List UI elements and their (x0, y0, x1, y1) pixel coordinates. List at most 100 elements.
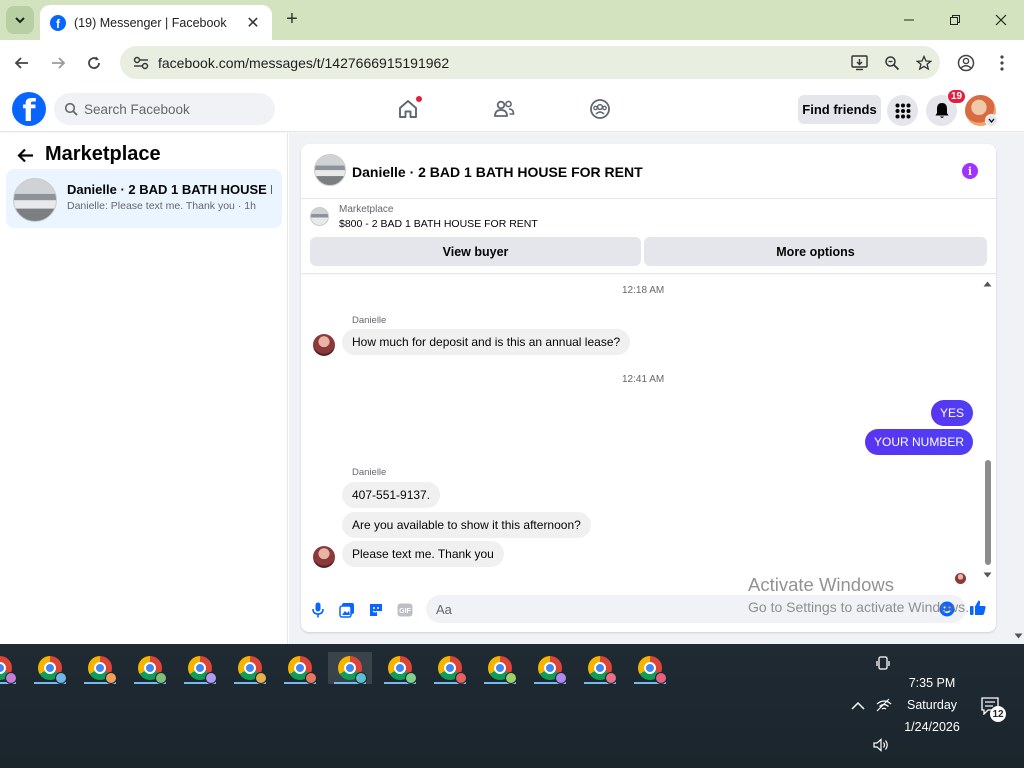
network-icon[interactable] (874, 695, 894, 715)
taskbar-chrome-window[interactable] (328, 652, 372, 684)
taskbar-chrome-window[interactable] (0, 652, 22, 684)
chrome-profile-badge-icon (655, 672, 667, 684)
tab-close-icon[interactable]: ✕ (244, 13, 262, 33)
scroll-up-arrow-icon[interactable] (982, 280, 992, 288)
scroll-down-arrow-icon[interactable] (982, 571, 992, 579)
logo-letter: f (22, 94, 36, 127)
search-input[interactable] (84, 101, 264, 117)
thumbs-up-icon[interactable] (969, 599, 987, 617)
zoom-icon[interactable] (876, 55, 908, 71)
site-info-icon[interactable] (124, 56, 158, 70)
microphone-icon[interactable] (309, 601, 327, 619)
conversation-item-danielle[interactable]: Danielle · 2 BAD 1 BATH HOUSE F... Danie… (6, 169, 282, 228)
sender-name: Danielle (352, 315, 387, 326)
address-bar[interactable]: facebook.com/messages/t/1427666915191962 (120, 46, 940, 79)
profile-icon (957, 54, 975, 72)
phone-link-icon[interactable] (873, 654, 893, 674)
taskbar-chrome-window[interactable] (578, 652, 622, 684)
chrome-profile-badge-icon (255, 672, 267, 684)
chrome-icon (288, 656, 317, 684)
outgoing-message[interactable]: YES (930, 400, 973, 426)
browser-menu-button[interactable] (990, 51, 1014, 75)
restore-button[interactable] (939, 8, 971, 32)
chrome-profile-badge-icon (605, 672, 617, 684)
sticker-icon[interactable] (367, 601, 385, 619)
taskbar-chrome-window[interactable] (628, 652, 672, 684)
close-icon (995, 14, 1007, 26)
taskbar-chrome-window[interactable] (378, 652, 422, 684)
home-icon (399, 100, 417, 118)
chrome-icon (438, 656, 467, 684)
sender-avatar[interactable] (313, 546, 335, 568)
chat-listing-thumbnail[interactable] (314, 154, 346, 186)
install-app-icon[interactable] (844, 54, 876, 71)
reload-button[interactable] (82, 51, 106, 75)
find-friends-button[interactable]: Find friends (798, 95, 881, 124)
view-buyer-button[interactable]: View buyer (310, 237, 641, 266)
taskbar-chrome-window[interactable] (78, 652, 122, 684)
timestamp: 12:41 AM (622, 374, 665, 385)
forward-button[interactable] (46, 51, 70, 75)
arrow-right-icon (52, 57, 66, 69)
taskbar-clock-date[interactable]: 1/24/2026 (893, 720, 971, 734)
profile-button[interactable] (954, 51, 978, 75)
taskbar-clock-time[interactable]: 7:35 PM (893, 676, 971, 690)
chrome-icon (488, 656, 517, 684)
incoming-message[interactable]: Please text me. Thank you (342, 541, 504, 567)
tab-search-button[interactable] (6, 6, 34, 34)
close-window-button[interactable] (985, 8, 1017, 32)
reload-icon (88, 56, 100, 69)
chrome-icon (238, 656, 267, 684)
taskbar-chrome-window[interactable] (528, 652, 572, 684)
account-chevron-icon[interactable] (985, 114, 998, 127)
read-receipt-avatar (955, 573, 966, 584)
taskbar-chrome-window[interactable] (178, 652, 222, 684)
minimize-button[interactable] (893, 8, 925, 32)
incoming-message[interactable]: 407-551-9137. (342, 482, 441, 508)
chrome-profile-badge-icon (205, 672, 217, 684)
more-options-button[interactable]: More options (644, 237, 987, 266)
chrome-profile-badge-icon (155, 672, 167, 684)
show-hidden-icons-chevron-up-icon[interactable] (848, 695, 868, 715)
svg-text:GIF: GIF (399, 608, 411, 615)
friends-nav[interactable] (489, 94, 519, 124)
marketplace-listing-thumbnail (310, 207, 329, 226)
taskbar-chrome-window[interactable] (428, 652, 472, 684)
taskbar-chrome-window[interactable] (278, 652, 322, 684)
back-button[interactable] (10, 51, 34, 75)
new-tab-button[interactable]: + (282, 9, 302, 31)
facebook-logo-icon[interactable]: f (12, 92, 46, 126)
photo-icon[interactable] (338, 601, 356, 619)
page-scroll-down-arrow-icon[interactable] (1013, 631, 1023, 641)
incoming-message[interactable]: How much for deposit and is this an annu… (342, 329, 631, 355)
taskbar-chrome-window[interactable] (478, 652, 522, 684)
browser-tab-messenger[interactable]: f (19) Messenger | Facebook ✕ (40, 5, 272, 40)
back-arrow-button[interactable] (14, 145, 36, 165)
sender-avatar[interactable] (313, 334, 335, 356)
activate-windows-hint: Go to Settings to activate Windows. (748, 599, 969, 615)
gif-icon[interactable]: GIF (396, 601, 414, 619)
sender-name: Danielle (352, 467, 387, 478)
facebook-search[interactable] (54, 93, 275, 125)
menu-grid-button[interactable] (887, 95, 918, 126)
taskbar-chrome-window[interactable] (128, 652, 172, 684)
bookmark-star-icon[interactable] (908, 54, 940, 71)
taskbar-clock-day[interactable]: Saturday (893, 698, 971, 712)
chrome-icon (38, 656, 67, 684)
volume-icon[interactable] (872, 735, 892, 755)
taskbar-chrome-window[interactable] (228, 652, 272, 684)
info-icon[interactable]: i (962, 163, 978, 179)
tab-title: (19) Messenger | Facebook (74, 15, 227, 30)
chat-title[interactable]: Danielle · 2 BAD 1 BATH HOUSE FOR RENT (352, 164, 643, 180)
outgoing-message[interactable]: YOUR NUMBER (864, 429, 973, 455)
incoming-message[interactable]: Are you available to show it this aftern… (342, 512, 591, 538)
timestamp: 12:18 AM (622, 285, 665, 296)
chrome-profile-badge-icon (405, 672, 417, 684)
chrome-icon (0, 656, 17, 684)
friends-icon (494, 100, 515, 117)
scrollbar-thumb[interactable] (985, 460, 991, 565)
taskbar-chrome-window[interactable] (28, 652, 72, 684)
panel-title: Marketplace (45, 143, 161, 165)
groups-nav[interactable] (585, 94, 615, 124)
listing-summary[interactable]: $800 - 2 BAD 1 BATH HOUSE FOR RENT (339, 218, 538, 230)
